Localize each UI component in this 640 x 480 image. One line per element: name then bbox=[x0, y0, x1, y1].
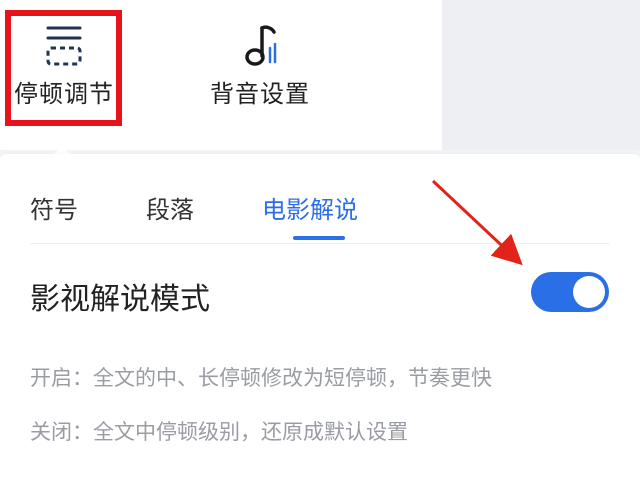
music-note-icon bbox=[245, 25, 277, 66]
commentary-mode-toggle[interactable] bbox=[531, 272, 609, 312]
active-tab-indicator bbox=[293, 236, 345, 240]
description-off: 关闭：全文中停顿级别，还原成默认设置 bbox=[30, 420, 408, 444]
bgm-settings-button[interactable]: 背音设置 bbox=[200, 22, 320, 109]
tab-divider bbox=[30, 243, 610, 244]
tab-symbol[interactable]: 符号 bbox=[30, 190, 78, 225]
toggle-knob bbox=[573, 276, 605, 308]
bgm-settings-label: 背音设置 bbox=[210, 80, 310, 108]
tab-movie-commentary[interactable]: 电影解说 bbox=[262, 190, 358, 225]
commentary-mode-title: 影视解说模式 bbox=[30, 282, 210, 317]
side-strip bbox=[442, 0, 640, 150]
description-on: 开启：全文的中、长停顿修改为短停顿，节奏更快 bbox=[30, 366, 492, 390]
tab-paragraph[interactable]: 段落 bbox=[146, 190, 194, 225]
highlight-box bbox=[5, 10, 122, 126]
